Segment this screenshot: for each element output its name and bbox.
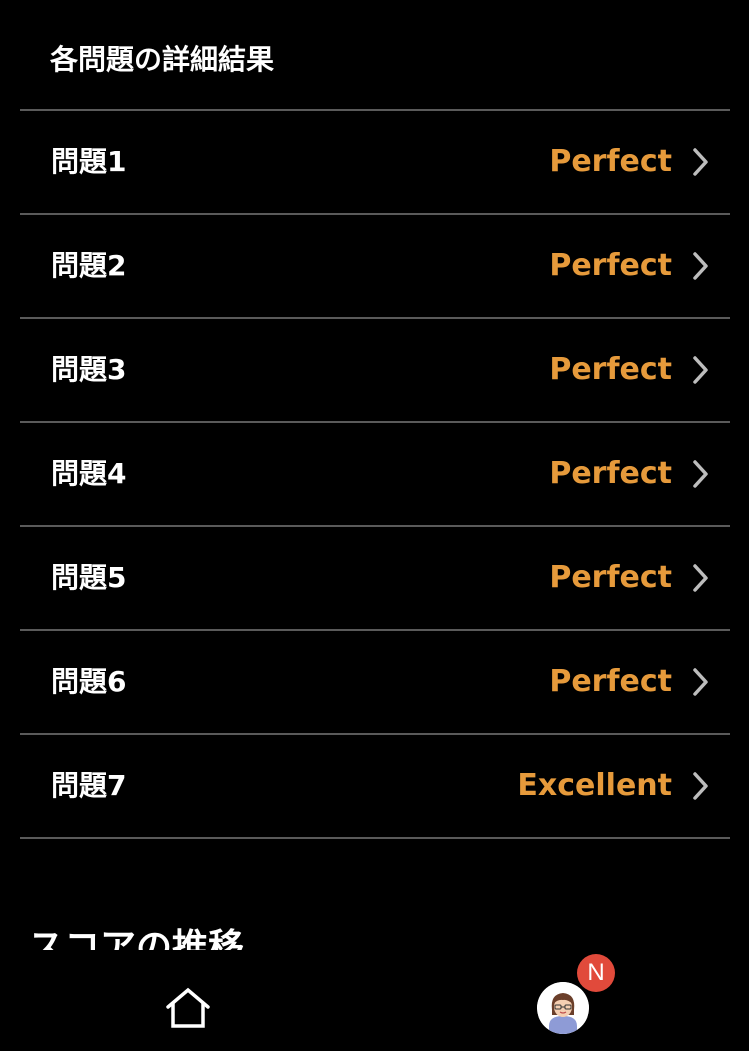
problem-label: 問題2 [51, 249, 127, 282]
chevron-right-icon [693, 460, 708, 488]
list-item-problem-5[interactable]: 問題5 Perfect [20, 527, 730, 631]
problem-label: 問題4 [51, 457, 127, 490]
list-item-problem-4[interactable]: 問題4 Perfect [20, 423, 730, 527]
chevron-right-icon [693, 772, 708, 800]
problem-result: Perfect [549, 560, 672, 595]
avatar-illustration [537, 982, 589, 1034]
problem-label: 問題5 [51, 561, 127, 594]
problem-result: Perfect [549, 664, 672, 699]
problem-result: Perfect [549, 248, 672, 283]
problem-result: Excellent [517, 768, 672, 803]
home-icon[interactable] [164, 986, 212, 1030]
chevron-right-icon [693, 564, 708, 592]
results-page: 各問題の詳細結果 問題1 Perfect 問題2 Perfect 問題3 Per… [0, 0, 749, 1051]
problem-label: 問題3 [51, 353, 127, 386]
problem-result: Perfect [549, 144, 672, 179]
problem-label: 問題6 [51, 665, 127, 698]
chevron-right-icon [693, 356, 708, 384]
problem-list: 問題1 Perfect 問題2 Perfect 問題3 Perfect 問題4 … [20, 111, 730, 839]
problem-result: Perfect [549, 352, 672, 387]
bottom-nav: N [0, 950, 749, 1051]
problem-label: 問題7 [51, 769, 127, 802]
problem-result: Perfect [549, 456, 672, 491]
chevron-right-icon [693, 148, 708, 176]
notification-badge: N [577, 954, 615, 992]
list-item-problem-1[interactable]: 問題1 Perfect [20, 111, 730, 215]
problem-label: 問題1 [51, 145, 127, 178]
chevron-right-icon [693, 252, 708, 280]
user-avatar-icon[interactable] [537, 982, 589, 1034]
section-title: 各問題の詳細結果 [50, 43, 275, 76]
chevron-right-icon [693, 668, 708, 696]
list-item-problem-2[interactable]: 問題2 Perfect [20, 215, 730, 319]
list-item-problem-6[interactable]: 問題6 Perfect [20, 631, 730, 735]
list-item-problem-7[interactable]: 問題7 Excellent [20, 735, 730, 839]
list-item-problem-3[interactable]: 問題3 Perfect [20, 319, 730, 423]
